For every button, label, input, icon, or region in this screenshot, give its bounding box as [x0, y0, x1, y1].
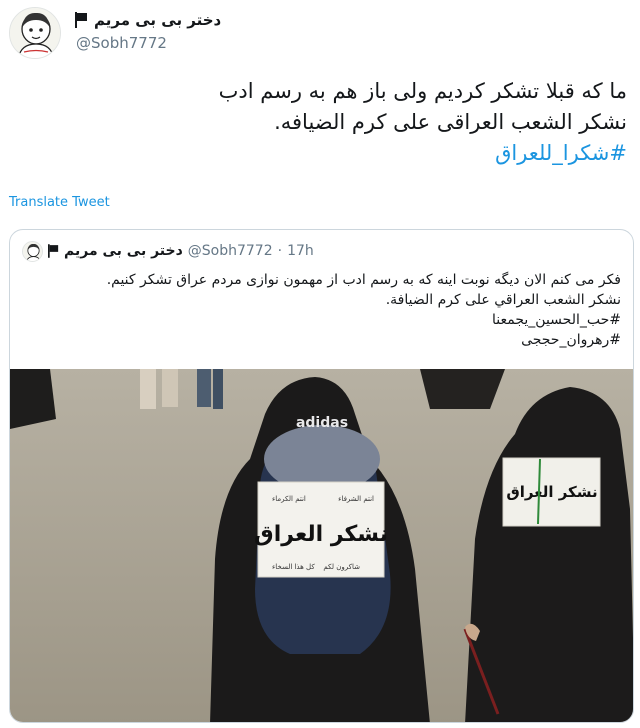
quoted-tweet[interactable]: دختر بی بی مریم @Sobh7772 · 17h فکر می ک… [9, 229, 634, 723]
tweet-text-line: نشکر الشعب العراقی علی کرم الضیافه. [274, 110, 627, 134]
quoted-handle[interactable]: @Sobh7772 [188, 243, 273, 259]
quoted-timestamp[interactable]: 17h [287, 243, 314, 259]
quoted-text-line: فکر می کنم الان دیگه نوبت اینه که به رسم… [106, 272, 621, 288]
hashtag-link[interactable]: #شکرا_للعراق [27, 138, 627, 169]
quoted-hashtag[interactable]: #رهروان_حججی [31, 330, 621, 350]
handle[interactable]: @Sobh7772 [76, 34, 167, 52]
flag-icon [75, 12, 87, 28]
author-row: دختر بی بی مریم [75, 9, 221, 31]
sign-bottom-left: كل هذا السخاء [272, 563, 315, 571]
bag-brand-text: adidas [296, 415, 348, 431]
right-sign-main-text: نشكر العراق [506, 483, 597, 501]
display-name[interactable]: دختر بی بی مریم [94, 11, 221, 29]
photo-illustration: انتم الكرماء انتم الشرفاء نشكر العراق كل… [10, 369, 633, 722]
quoted-text-line: نشکر الشعب العراقي على كرم الضيافة. [385, 292, 621, 308]
sign-bottom-right: شاكرون لكم [323, 563, 360, 571]
sign-main-text: نشكر العراق [254, 522, 388, 547]
avatar[interactable] [9, 7, 61, 59]
tweet-text-line: ما که قبلا تشکر کردیم ولی باز هم به رسم … [218, 79, 627, 103]
quoted-tweet-header: دختر بی بی مریم @Sobh7772 · 17h [22, 240, 314, 262]
translate-tweet-link[interactable]: Translate Tweet [9, 195, 110, 210]
tweet-text: ما که قبلا تشکر کردیم ولی باز هم به رسم … [27, 76, 627, 169]
quoted-avatar[interactable] [22, 240, 43, 262]
avatar-drawing [10, 8, 60, 58]
quoted-tweet-text: فکر می کنم الان دیگه نوبت اینه که به رسم… [31, 270, 621, 350]
quoted-hashtag[interactable]: #حب_الحسین_یجمعنا [31, 310, 621, 330]
meta-separator: · [277, 243, 283, 259]
sign-top-right: انتم الشرفاء [338, 495, 374, 503]
paper-sign: انتم الكرماء انتم الشرفاء نشكر العراق كل… [254, 481, 388, 578]
paper-sign-right: نشكر العراق [502, 457, 601, 527]
tweet-photo[interactable]: انتم الكرماء انتم الشرفاء نشكر العراق كل… [10, 369, 633, 722]
quoted-display-name[interactable]: دختر بی بی مریم [64, 243, 183, 259]
flag-icon [48, 244, 59, 258]
sign-top-left: انتم الكرماء [272, 495, 306, 503]
avatar-drawing [23, 241, 42, 261]
